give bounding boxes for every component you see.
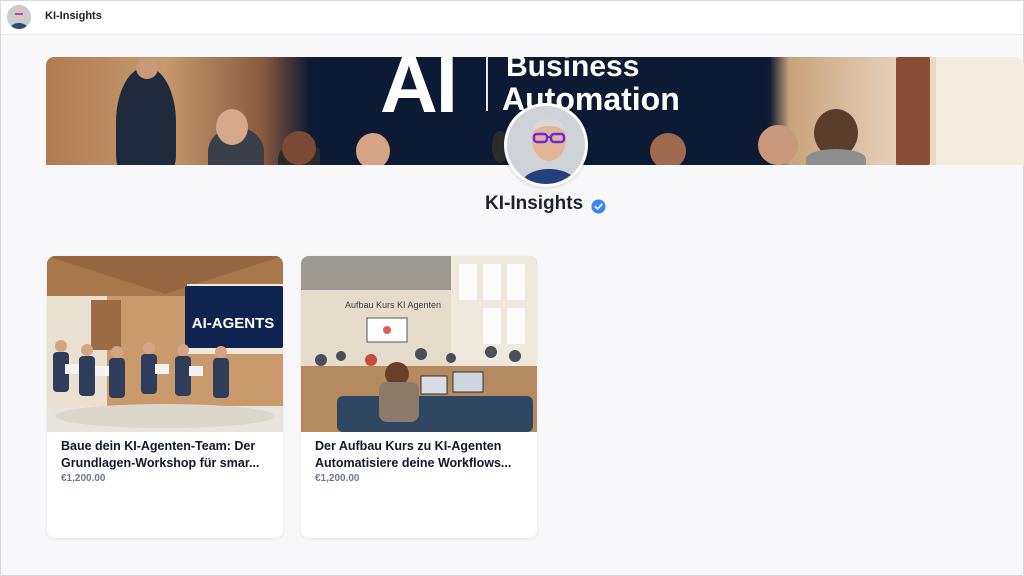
brick-wall: [896, 57, 930, 165]
profile-name: KI-Insights: [485, 193, 584, 214]
screen-divider: [486, 57, 488, 111]
product-card[interactable]: AI-AGENTS Baue dein KI-Agenten-Team: Der…: [47, 256, 283, 538]
person-head: [758, 125, 798, 165]
product-price: €1,200.00: [315, 473, 360, 484]
avatar[interactable]: [7, 5, 31, 29]
avatar-image-icon: [7, 5, 31, 29]
product-title[interactable]: Baue dein KI-Agenten-Team: Der Grundlage…: [61, 438, 271, 472]
screen-ai-text: AI: [380, 57, 458, 129]
person-figure: [806, 149, 866, 165]
person-head: [356, 133, 390, 165]
course-photo-icon: Aufbau Kurs KI Agenten: [301, 256, 537, 432]
person-head: [282, 131, 316, 165]
product-title-line: Der Aufbau Kurs zu KI-Agenten: [315, 439, 502, 453]
product-image[interactable]: Aufbau Kurs KI Agenten: [301, 256, 537, 432]
product-title-line: Grundlagen-Workshop für smar...: [61, 456, 260, 470]
person-figure: [116, 67, 176, 165]
product-card[interactable]: Aufbau Kurs KI Agenten Der Aufbau Kurs z…: [301, 256, 537, 538]
profile-avatar[interactable]: [504, 103, 588, 187]
product-title-line: Baue dein KI-Agenten-Team: Der: [61, 439, 256, 453]
app-window: KI-Insights AI Business Automation KI-In…: [0, 0, 1024, 576]
workshop-photo-icon: AI-AGENTS: [47, 256, 283, 432]
top-bar: KI-Insights: [1, 1, 1023, 35]
image-text: Aufbau Kurs KI Agenten: [345, 300, 441, 310]
profile-photo-icon: [507, 106, 585, 184]
product-image[interactable]: AI-AGENTS: [47, 256, 283, 432]
screen-business-text: Business: [506, 57, 640, 83]
image-text: AI-AGENTS: [192, 315, 275, 332]
product-price: €1,200.00: [61, 473, 106, 484]
person-head: [136, 57, 158, 79]
window-light: [936, 57, 1024, 165]
product-title-line: Automatisiere deine Workflows...: [315, 456, 512, 470]
product-title[interactable]: Der Aufbau Kurs zu KI-Agenten Automatisi…: [315, 438, 525, 472]
person-head: [216, 109, 248, 145]
app-title[interactable]: KI-Insights: [45, 10, 102, 22]
verified-badge-icon: [591, 199, 606, 214]
person-head: [650, 133, 686, 165]
